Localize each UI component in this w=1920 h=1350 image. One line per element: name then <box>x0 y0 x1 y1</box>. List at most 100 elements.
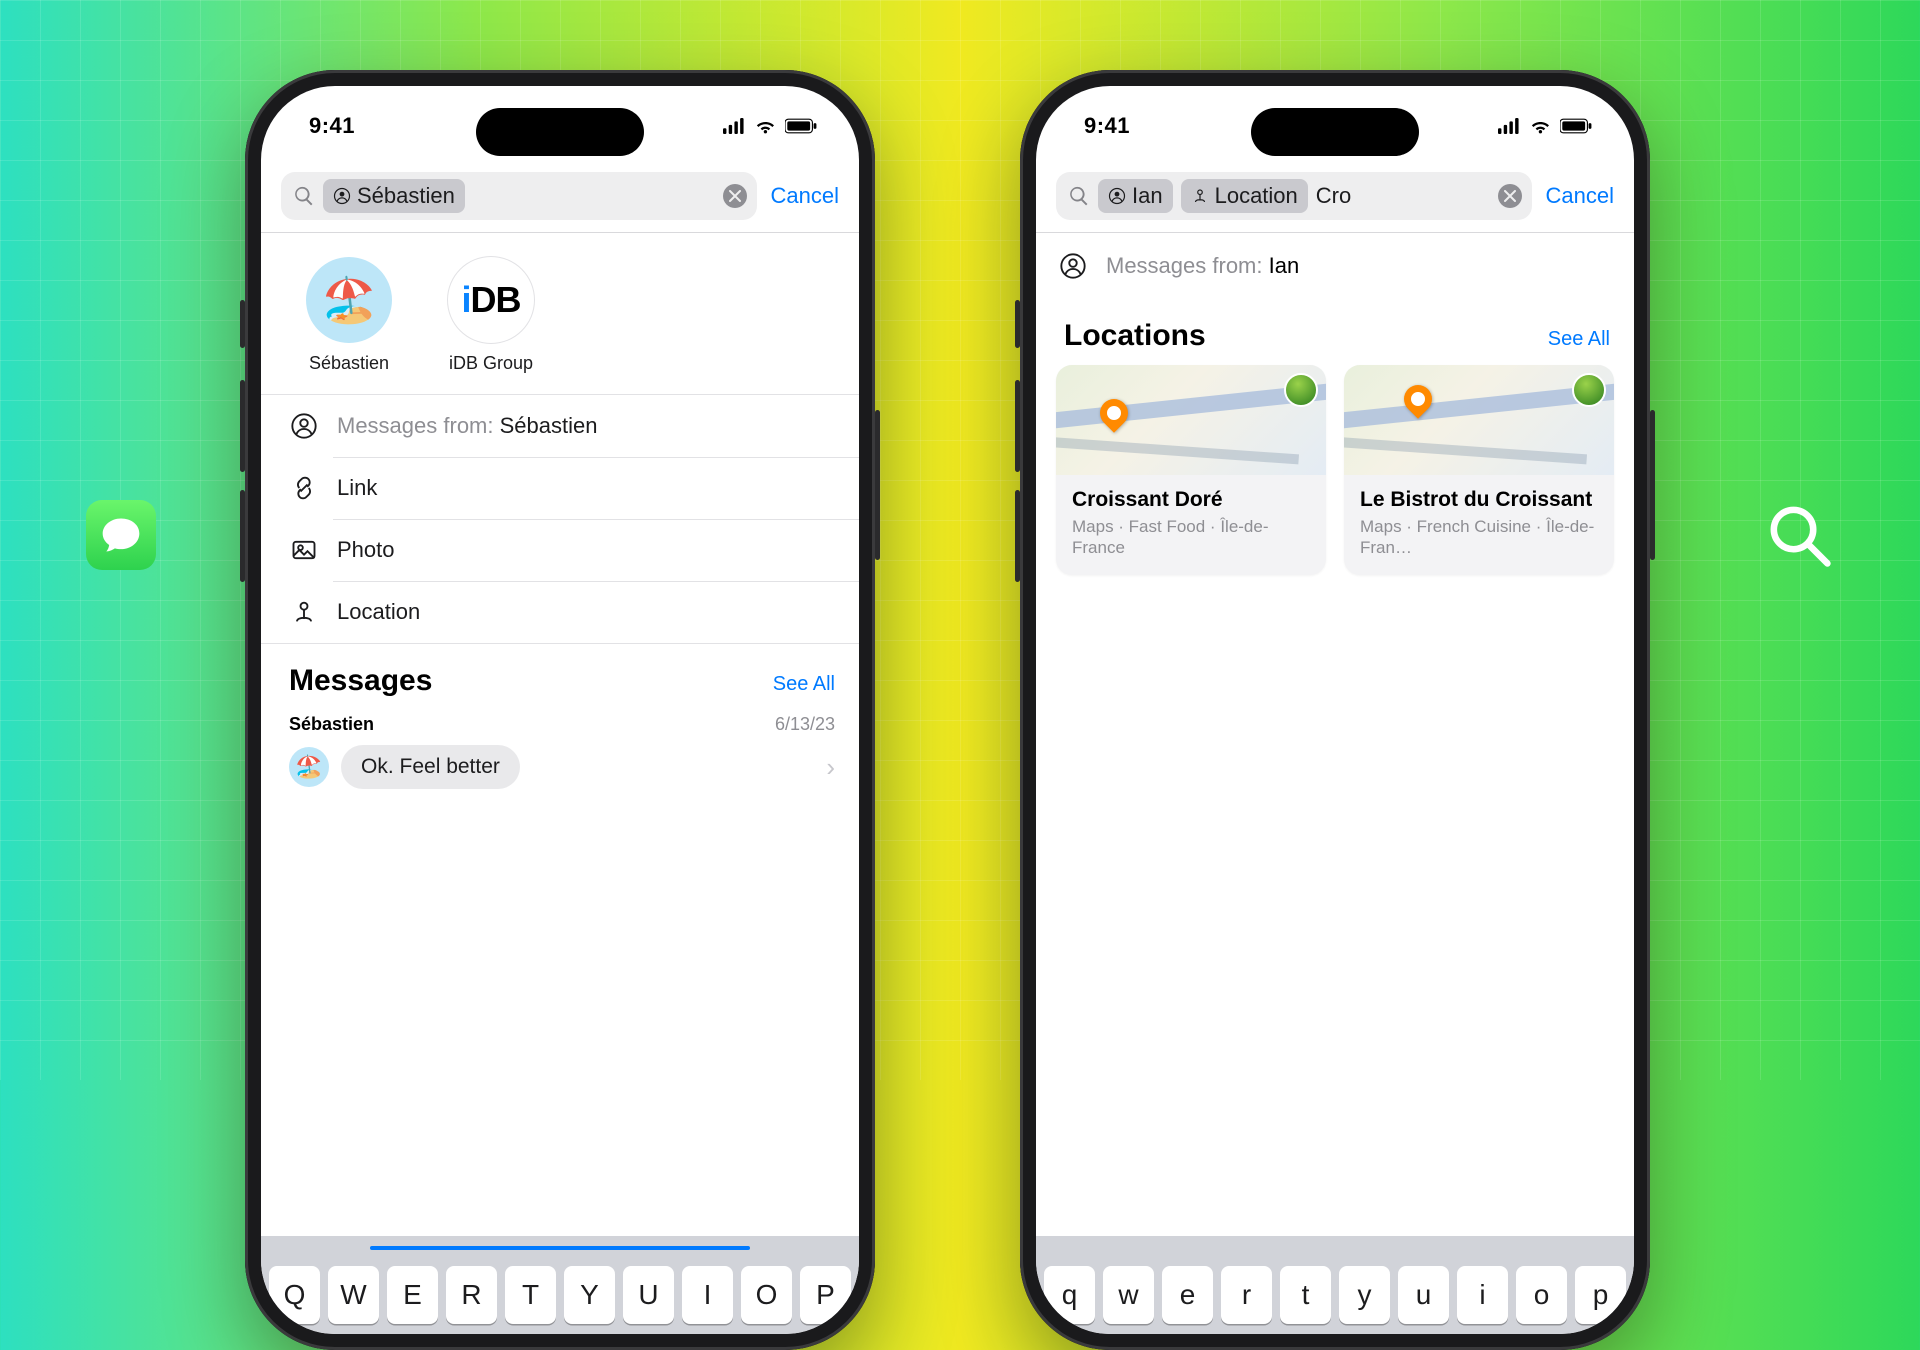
photo-icon <box>289 535 319 565</box>
keyboard-key[interactable]: O <box>741 1266 792 1324</box>
keyboard-key[interactable]: Q <box>269 1266 320 1324</box>
search-field[interactable]: Ian Location Cro <box>1056 172 1532 220</box>
filter-photo[interactable]: Photo <box>261 519 859 581</box>
keyboard-key[interactable]: r <box>1221 1266 1272 1324</box>
keyboard-key[interactable]: y <box>1339 1266 1390 1324</box>
side-button <box>1015 490 1020 582</box>
keyboard-key[interactable]: I <box>682 1266 733 1324</box>
keyboard-key[interactable]: W <box>328 1266 379 1324</box>
message-result-row[interactable]: Sébastien 6/13/23 🏖️ Ok. Feel better › <box>261 710 859 789</box>
filter-link[interactable]: Link <box>261 457 859 519</box>
contacts-suggestions: 🏖️ Sébastien iDB iDB Group <box>261 233 859 395</box>
keyboard-key[interactable]: t <box>1280 1266 1331 1324</box>
keyboard[interactable]: Q W E R T Y U I O P <box>261 1236 859 1334</box>
messages-section-header: Messages See All <box>261 644 859 710</box>
location-subtitle: Maps · French Cuisine · Île-de-Fran… <box>1360 516 1598 559</box>
filter-messages-from[interactable]: Messages from: Ian <box>1036 233 1634 299</box>
locations-section-header: Locations See All <box>1036 299 1634 365</box>
keyboard-key[interactable]: R <box>446 1266 497 1324</box>
see-all-button[interactable]: See All <box>773 673 835 696</box>
search-query-text: Cro <box>1316 183 1351 209</box>
status-clock: 9:41 <box>1084 113 1130 139</box>
link-icon <box>289 473 319 503</box>
keyboard-key[interactable]: e <box>1162 1266 1213 1324</box>
keyboard-row: q w e r t y u i o p <box>1044 1266 1626 1324</box>
clear-search-button[interactable] <box>1498 184 1522 208</box>
message-sender: Sébastien <box>289 714 374 735</box>
status-clock: 9:41 <box>309 113 355 139</box>
cancel-button[interactable]: Cancel <box>1546 183 1614 209</box>
keyboard-key[interactable]: u <box>1398 1266 1449 1324</box>
map-thumbnail <box>1056 365 1326 475</box>
search-icon <box>1068 185 1090 207</box>
search-token-label: Location <box>1215 183 1298 209</box>
keyboard-key[interactable]: P <box>800 1266 851 1324</box>
section-title: Messages <box>289 664 432 698</box>
map-pin-icon <box>1094 393 1134 433</box>
iphone-mockup-right: 9:41 Ian Location Cro <box>1020 70 1650 1350</box>
keyboard-key[interactable]: U <box>623 1266 674 1324</box>
location-card[interactable]: Croissant Doré Maps · Fast Food · Île-de… <box>1056 365 1326 575</box>
location-pin-icon <box>289 597 319 627</box>
close-icon <box>729 190 741 202</box>
keyboard-key[interactable]: E <box>387 1266 438 1324</box>
side-button <box>240 490 245 582</box>
person-circle-icon <box>289 411 319 441</box>
search-token-person[interactable]: Ian <box>1098 179 1173 213</box>
map-thumbnail <box>1344 365 1614 475</box>
filter-label-value: Sébastien <box>500 413 598 438</box>
filter-label: Photo <box>337 537 395 563</box>
keyboard-key[interactable]: p <box>1575 1266 1626 1324</box>
wifi-icon <box>1529 118 1552 134</box>
side-button <box>875 410 880 560</box>
search-filter-list: Messages from: Sébastien Link Photo Loca… <box>261 395 859 644</box>
search-token-location[interactable]: Location <box>1181 179 1308 213</box>
iphone-mockup-left: 9:41 Sébastien Cancel 🏖️ <box>245 70 875 1350</box>
filter-label-prefix: Messages from: <box>1106 253 1263 278</box>
contact-suggestion[interactable]: iDB iDB Group <box>441 257 541 374</box>
messages-app-icon <box>86 500 156 570</box>
filter-messages-from[interactable]: Messages from: Sébastien <box>261 395 859 457</box>
message-bubble: Ok. Feel better <box>341 745 520 789</box>
search-field[interactable]: Sébastien <box>281 172 757 220</box>
avatar: 🏖️ <box>306 257 392 343</box>
search-decor-icon <box>1764 500 1834 570</box>
dynamic-island <box>476 108 644 156</box>
keyboard-key[interactable]: Y <box>564 1266 615 1324</box>
avatar <box>1572 373 1606 407</box>
keyboard-key[interactable]: T <box>505 1266 556 1324</box>
chevron-right-icon: › <box>826 752 835 783</box>
side-button <box>240 300 245 348</box>
filter-location[interactable]: Location <box>261 581 859 643</box>
keyboard-suggestion-highlight <box>370 1246 750 1250</box>
filter-label-prefix: Messages from: <box>337 413 494 438</box>
keyboard-key[interactable]: i <box>1457 1266 1508 1324</box>
filter-label-value: Ian <box>1269 253 1300 278</box>
cellular-icon <box>723 118 746 134</box>
filter-label: Link <box>337 475 377 501</box>
contact-name: iDB Group <box>441 353 541 374</box>
search-icon <box>293 185 315 207</box>
section-title: Locations <box>1064 319 1206 353</box>
contact-suggestion[interactable]: 🏖️ Sébastien <box>299 257 399 374</box>
side-button <box>240 380 245 472</box>
location-card[interactable]: Le Bistrot du Croissant Maps · French Cu… <box>1344 365 1614 575</box>
location-title: Croissant Doré <box>1072 487 1310 512</box>
avatar <box>1284 373 1318 407</box>
search-bar-row: Sébastien Cancel <box>261 166 859 233</box>
keyboard-key[interactable]: o <box>1516 1266 1567 1324</box>
person-circle-icon <box>1058 251 1088 281</box>
search-token-person[interactable]: Sébastien <box>323 179 465 213</box>
clear-search-button[interactable] <box>723 184 747 208</box>
keyboard[interactable]: q w e r t y u i o p <box>1036 1236 1634 1334</box>
dynamic-island <box>1251 108 1419 156</box>
map-pin-icon <box>1398 379 1438 419</box>
cancel-button[interactable]: Cancel <box>771 183 839 209</box>
contact-name: Sébastien <box>299 353 399 374</box>
keyboard-key[interactable]: w <box>1103 1266 1154 1324</box>
see-all-button[interactable]: See All <box>1548 328 1610 351</box>
keyboard-key[interactable]: q <box>1044 1266 1095 1324</box>
cellular-icon <box>1498 118 1521 134</box>
location-subtitle: Maps · Fast Food · Île-de-France <box>1072 516 1310 559</box>
search-token-label: Ian <box>1132 183 1163 209</box>
